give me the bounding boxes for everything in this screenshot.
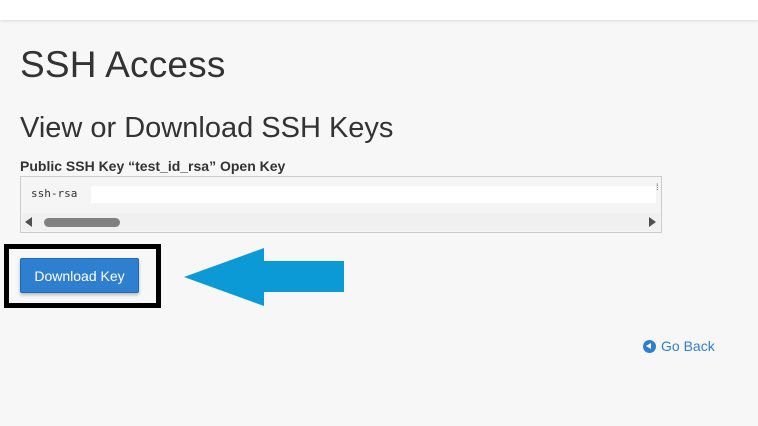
go-back-link[interactable]: Go Back xyxy=(643,338,715,354)
scroll-right-icon[interactable] xyxy=(649,217,656,227)
circle-arrow-left-icon xyxy=(643,339,656,353)
section-title: View or Download SSH Keys xyxy=(20,112,394,144)
key-label: Public SSH Key “test_id_rsa” Open Key xyxy=(20,158,286,174)
top-bar xyxy=(0,0,758,20)
scroll-thumb[interactable] xyxy=(44,218,120,227)
horizontal-scrollbar[interactable] xyxy=(22,213,660,231)
download-key-button[interactable]: Download Key xyxy=(20,258,139,293)
key-content-area xyxy=(91,186,656,203)
key-textarea[interactable]: ssh-rsa ⁞ xyxy=(20,176,662,233)
page-title: SSH Access xyxy=(20,44,226,85)
resize-grip-icon: ⁞ xyxy=(656,182,659,192)
go-back-label: Go Back xyxy=(661,338,715,354)
scroll-left-icon[interactable] xyxy=(25,217,32,227)
key-value: ssh-rsa xyxy=(31,187,78,200)
annotation-arrow-icon xyxy=(184,248,344,306)
